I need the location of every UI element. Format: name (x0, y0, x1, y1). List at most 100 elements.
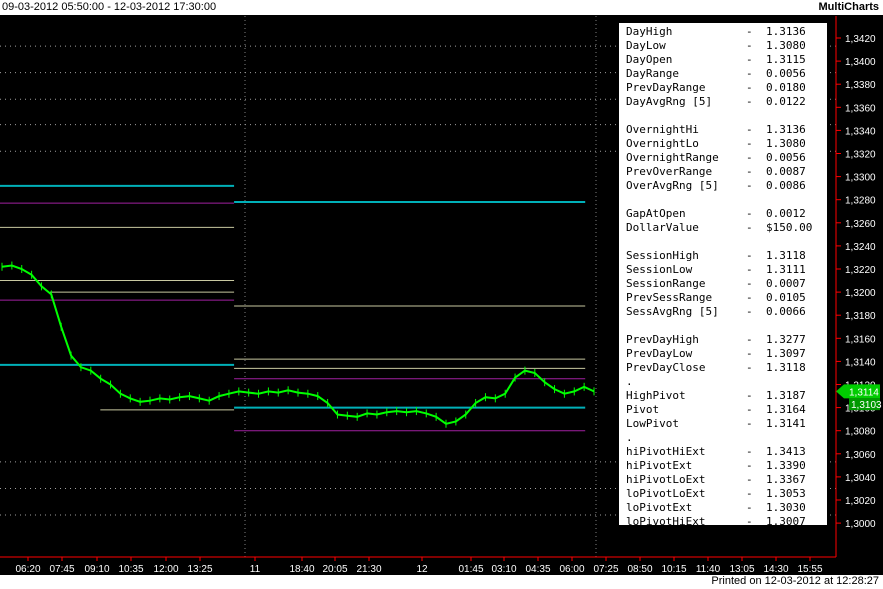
y-tick-label: 1,3000 (845, 519, 876, 530)
stat-separator: - (746, 389, 753, 402)
stat-separator: - (746, 151, 753, 164)
stat-value: 1.3007 (766, 515, 806, 528)
stat-label: OvernightRange (626, 151, 719, 164)
y-tick-label: 1,3240 (845, 242, 876, 253)
stat-value: 1.3413 (766, 445, 806, 458)
stat-row: . (626, 431, 827, 445)
stat-row: . (626, 375, 827, 389)
y-tick-label: 1,3320 (845, 150, 876, 161)
stat-label: loPivotExt (626, 501, 693, 514)
stat-label: SessionRange (626, 277, 706, 290)
stat-row: loPivotExt -1.3030 (626, 501, 827, 515)
stat-row: Pivot -1.3164 (626, 403, 827, 417)
stat-value: $150.00 (766, 221, 813, 234)
last-price-label: 1,3114 (849, 387, 879, 398)
x-tick-label: 12 (416, 564, 428, 575)
stat-label: PrevDayClose (626, 361, 706, 374)
stat-separator: - (746, 459, 753, 472)
stat-value: 1.3118 (766, 361, 806, 374)
date-range-label: 09-03-2012 05:50:00 - 12-03-2012 17:30:0… (2, 1, 217, 13)
y-tick-label: 1,3140 (845, 357, 876, 368)
stat-value: 1.3367 (766, 473, 806, 486)
stat-separator: - (746, 67, 753, 80)
stat-value: 1.3187 (766, 389, 806, 402)
stat-value: 1.3097 (766, 347, 806, 360)
stat-label: hiPivotHiExt (626, 445, 706, 458)
stat-label: LowPivot (626, 417, 679, 430)
secondary-price-label: 1,3103 (851, 400, 882, 411)
stat-row (626, 109, 827, 123)
stat-value: 1.3277 (766, 333, 806, 346)
stat-row: HighPivot -1.3187 (626, 389, 827, 403)
stat-separator: - (746, 53, 753, 66)
stat-label: OvernightHi (626, 123, 699, 136)
y-tick-label: 1,3180 (845, 311, 876, 322)
stat-separator: - (746, 305, 753, 318)
stat-label: PrevDayHigh (626, 333, 699, 346)
stat-separator: - (746, 137, 753, 150)
stat-row (626, 193, 827, 207)
stat-row: hiPivotLoExt -1.3367 (626, 473, 827, 487)
stat-row: OvernightLo -1.3080 (626, 137, 827, 151)
stat-label: DayOpen (626, 53, 673, 66)
x-tick-label: 15:55 (797, 564, 822, 575)
y-tick-label: 1,3380 (845, 80, 876, 91)
stat-label: SessionHigh (626, 249, 699, 262)
stat-value: 0.0012 (766, 207, 806, 220)
stat-row: OvernightHi -1.3136 (626, 123, 827, 137)
stat-row: OverAvgRng [5] -0.0086 (626, 179, 827, 193)
y-tick-label: 1,3420 (845, 34, 876, 45)
x-tick-label: 07:45 (49, 564, 74, 575)
stat-value: 1.3030 (766, 501, 806, 514)
stat-separator: - (746, 249, 753, 262)
x-tick-label: 08:50 (627, 564, 652, 575)
stat-row: PrevDayRange -0.0180 (626, 81, 827, 95)
stat-label: loPivotLoExt (626, 487, 706, 500)
stat-value: 1.3115 (766, 53, 806, 66)
y-tick-label: 1,3080 (845, 427, 876, 438)
stat-row: loPivotHiExt -1.3007 (626, 515, 827, 529)
stat-label: DayRange (626, 67, 679, 80)
stat-label: . (626, 375, 633, 388)
stat-separator: - (746, 123, 753, 136)
stat-label: HighPivot (626, 389, 686, 402)
stat-value: 0.0087 (766, 165, 806, 178)
stat-label: SessAvgRng [5] (626, 305, 719, 318)
stat-separator: - (746, 207, 753, 220)
stat-label: DayAvgRng [5] (626, 95, 713, 108)
stat-separator: - (746, 39, 753, 52)
x-tick-label: 04:35 (525, 564, 550, 575)
printed-timestamp: Printed on 12-03-2012 at 12:28:27 (711, 575, 879, 587)
stat-label: PrevOverRange (626, 165, 713, 178)
stat-label: DayLow (626, 39, 666, 52)
stat-separator: - (746, 361, 753, 374)
y-tick-label: 1,3300 (845, 173, 876, 184)
stat-label: Pivot (626, 403, 660, 416)
stat-value: 1.3053 (766, 487, 806, 500)
stat-separator: - (746, 81, 753, 94)
stat-row: PrevDayClose -1.3118 (626, 361, 827, 375)
stat-row: DayAvgRng [5] -0.0122 (626, 95, 827, 109)
stat-row: SessionLow -1.3111 (626, 263, 827, 277)
x-tick-label: 06:20 (15, 564, 40, 575)
stat-separator: - (746, 333, 753, 346)
stat-row: hiPivotHiExt -1.3413 (626, 445, 827, 459)
stat-separator: - (746, 487, 753, 500)
stat-row: DayRange -0.0056 (626, 67, 827, 81)
y-tick-label: 1,3260 (845, 219, 876, 230)
stat-row: LowPivot -1.3141 (626, 417, 827, 431)
stat-row: PrevOverRange -0.0087 (626, 165, 827, 179)
x-tick-label: 13:05 (729, 564, 754, 575)
stat-separator: - (746, 515, 753, 528)
stat-label: DollarValue (626, 221, 699, 234)
stat-value: 0.0056 (766, 67, 806, 80)
stat-label: PrevDayLow (626, 347, 693, 360)
x-tick-label: 11 (250, 564, 261, 575)
x-tick-label: 12:00 (153, 564, 178, 575)
stat-value: 1.3136 (766, 25, 806, 38)
stat-row (626, 235, 827, 249)
stat-row (626, 319, 827, 333)
stat-value: 0.0105 (766, 291, 806, 304)
y-tick-label: 1,3400 (845, 57, 876, 68)
stat-row: DollarValue - $150.00 (626, 221, 827, 235)
